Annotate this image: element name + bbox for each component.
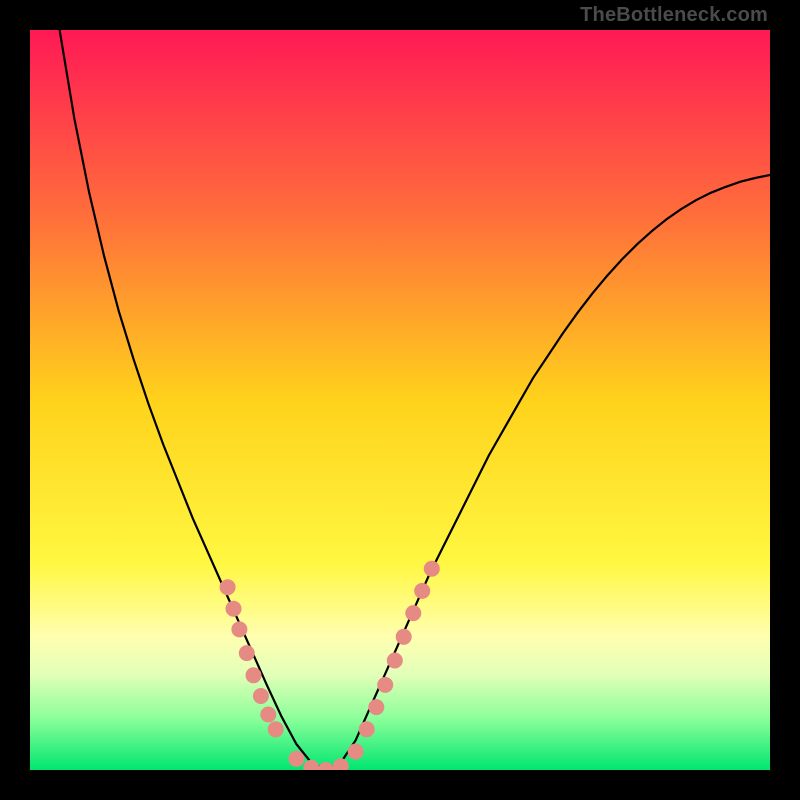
salmon-dot bbox=[231, 621, 247, 637]
salmon-dot bbox=[246, 667, 262, 683]
chart-frame: TheBottleneck.com bbox=[0, 0, 800, 800]
curve-layer bbox=[30, 30, 770, 770]
salmon-dot bbox=[333, 758, 349, 770]
salmon-dots bbox=[220, 561, 440, 770]
salmon-dot bbox=[318, 762, 334, 770]
salmon-dot bbox=[220, 579, 236, 595]
salmon-dot bbox=[377, 677, 393, 693]
salmon-dot bbox=[348, 744, 364, 760]
salmon-dot bbox=[405, 605, 421, 621]
salmon-dot bbox=[414, 583, 430, 599]
plot-area bbox=[30, 30, 770, 770]
salmon-dot bbox=[303, 760, 319, 770]
salmon-dot bbox=[288, 751, 304, 767]
salmon-dot bbox=[253, 688, 269, 704]
salmon-dot bbox=[387, 653, 403, 669]
salmon-dot bbox=[359, 721, 375, 737]
salmon-dot bbox=[368, 699, 384, 715]
salmon-dot bbox=[260, 707, 276, 723]
salmon-dot bbox=[396, 629, 412, 645]
salmon-dot bbox=[226, 601, 242, 617]
salmon-dot bbox=[239, 645, 255, 661]
watermark-text: TheBottleneck.com bbox=[580, 4, 768, 27]
bottleneck-curve bbox=[60, 30, 770, 770]
salmon-dot bbox=[268, 721, 284, 737]
salmon-dot bbox=[424, 561, 440, 577]
